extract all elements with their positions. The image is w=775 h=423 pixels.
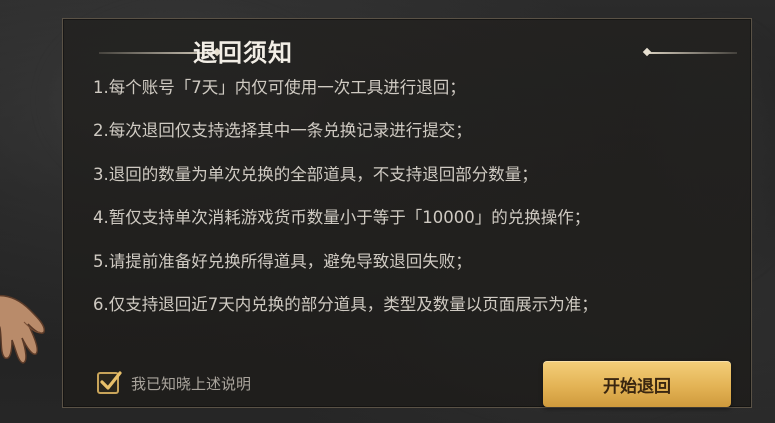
rule-item: 1.每个账号「7天」内仅可使用一次工具进行退回；: [93, 78, 466, 97]
rule-item: 5.请提前准备好兑换所得道具，避免导致退回失败；: [93, 251, 472, 271]
acknowledge-row[interactable]: 我已知晓上述说明: [97, 369, 251, 397]
acknowledge-label: 我已知晓上述说明: [131, 374, 252, 393]
start-return-button[interactable]: 开始退回: [543, 361, 731, 407]
acknowledge-checkbox[interactable]: [97, 371, 122, 394]
rule-item: 3.退回的数量为单次兑换的全部道具，不支持退回部分数量；: [93, 164, 538, 184]
character-hand-icon: [0, 294, 46, 364]
return-notice-dialog: 退回须知 1.每个账号「7天」内仅可使用一次工具进行退回； 2.每次退回仅支持选…: [62, 18, 752, 408]
rule-item: 4.暂仅支持单次消耗游戏货币数量小于等于「10000」的兑换操作；: [93, 208, 591, 228]
title-ornament-right: [642, 47, 737, 57]
checkmark-icon: [100, 371, 122, 390]
rule-item: 2.每次退回仅支持选择其中一条兑换记录进行提交；: [93, 121, 472, 141]
rule-item: 6.仅支持退回近7天内兑换的部分道具，类型及数量以页面展示为准；: [93, 294, 598, 314]
dialog-header: 退回须知: [63, 37, 751, 69]
rules-list: 1.每个账号「7天」内仅可使用一次工具进行退回； 2.每次退回仅支持选择其中一条…: [93, 74, 598, 334]
game-screen: 退回须知 1.每个账号「7天」内仅可使用一次工具进行退回； 2.每次退回仅支持选…: [0, 0, 775, 423]
dialog-title: 退回须知: [193, 39, 293, 67]
